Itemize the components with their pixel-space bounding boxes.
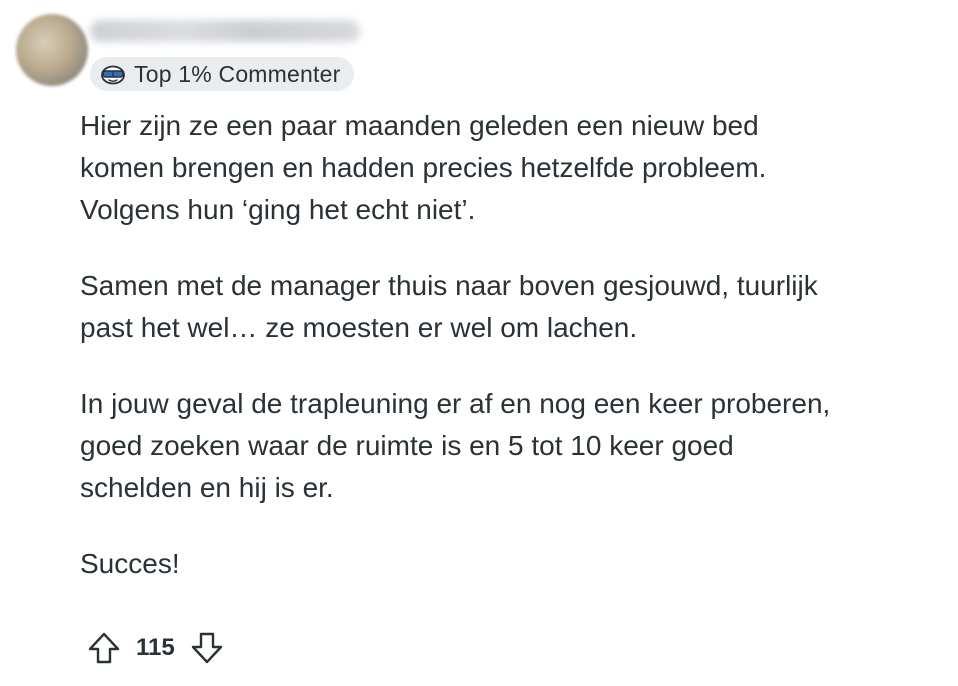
comment-paragraph: Succes! <box>80 548 180 579</box>
top-commenter-badge: Top 1% Commenter <box>90 57 355 91</box>
downvote-button[interactable] <box>185 626 229 670</box>
comment-paragraph: Samen met de manager thuis naar boven ge… <box>80 270 818 343</box>
vote-bar: 115 <box>82 626 229 670</box>
username-blurred[interactable] <box>90 20 360 42</box>
upvote-button[interactable] <box>82 626 126 670</box>
avatar[interactable] <box>16 14 88 86</box>
comment-body: Hier zijn ze een paar maanden geleden ee… <box>80 105 950 619</box>
comment-paragraph: Hier zijn ze een paar maanden geleden ee… <box>80 110 767 225</box>
downvote-arrow-icon <box>191 632 222 664</box>
sunglasses-snoo-icon <box>100 63 126 85</box>
comment: Top 1% Commenter Hier zijn ze een paar m… <box>0 0 958 686</box>
upvote-arrow-icon <box>88 632 120 664</box>
comment-paragraph: In jouw geval de trapleuning er af en no… <box>80 388 831 503</box>
badge-label: Top 1% Commenter <box>134 60 341 87</box>
vote-score: 115 <box>136 634 175 661</box>
